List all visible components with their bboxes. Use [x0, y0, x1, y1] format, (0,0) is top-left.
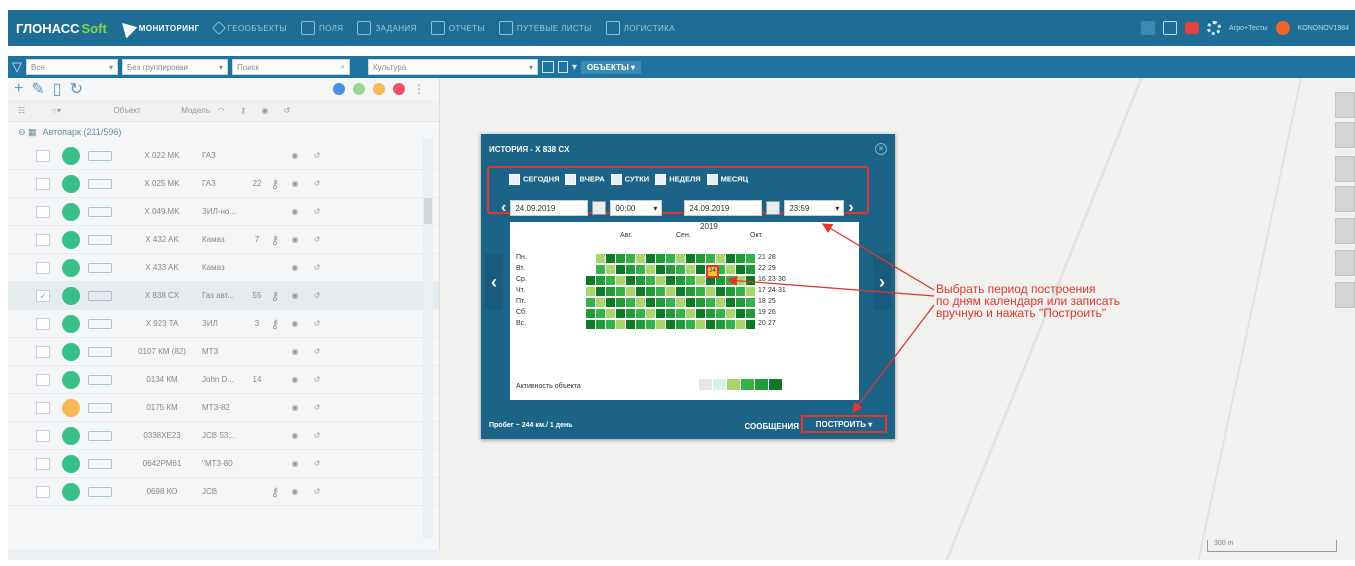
arrow-to-dates [821, 223, 935, 291]
annotation-line: вручную и нажать "Построить" [936, 306, 1107, 320]
instruction-annotation: Выбрать период построения по дням календ… [936, 283, 1176, 319]
arrow-to-build [852, 304, 935, 414]
arrow-to-calendar [726, 275, 935, 297]
